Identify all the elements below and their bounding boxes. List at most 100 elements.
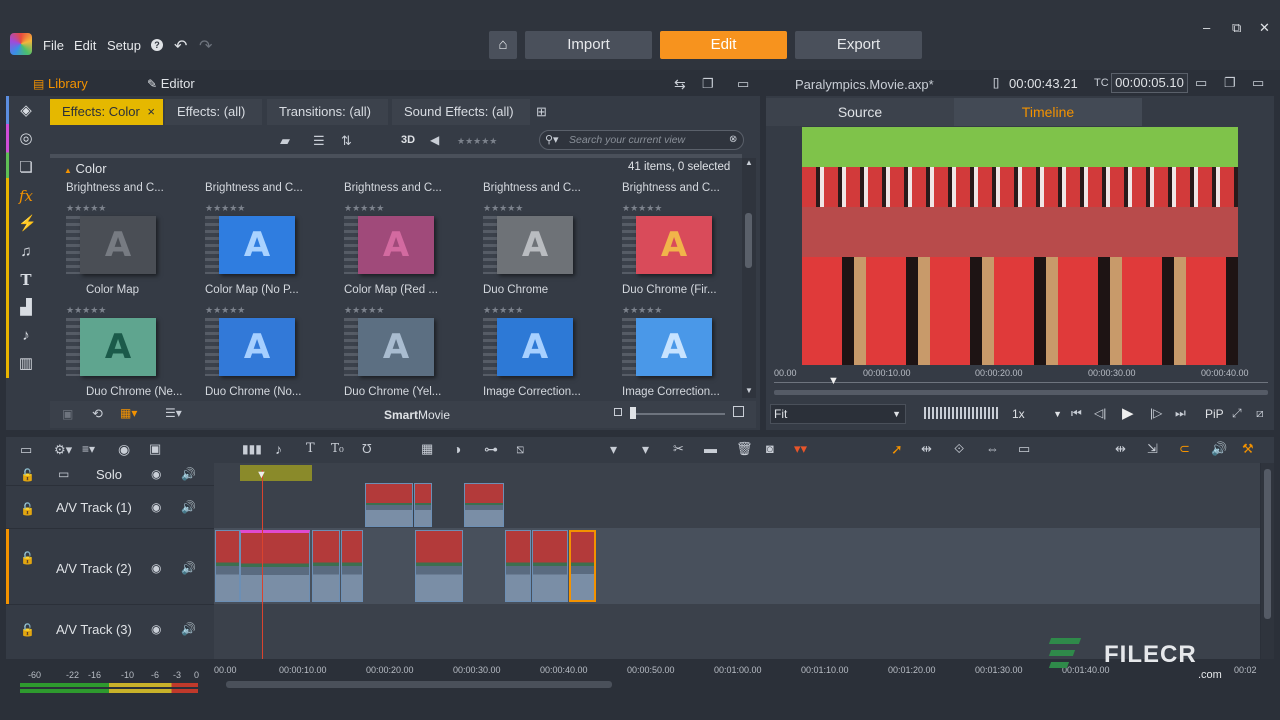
effect-thumbnail[interactable]: A	[80, 318, 156, 376]
timecode-field[interactable]: 00:00:05.10	[1111, 73, 1188, 93]
title-designer-icon[interactable]: T₀	[331, 441, 344, 455]
select-tool-icon[interactable]: ➚	[891, 441, 903, 458]
clip[interactable]	[415, 530, 463, 602]
tab-sound-effects-all[interactable]: Sound Effects: (all)	[392, 99, 530, 125]
play-icon[interactable]: ▶	[1122, 404, 1134, 422]
player-scrub-bar[interactable]	[774, 390, 1268, 395]
clip[interactable]	[312, 530, 340, 602]
effect-name[interactable]: Color Map (No P...	[205, 284, 299, 296]
effect-name[interactable]: Duo Chrome (Yel...	[344, 386, 441, 398]
zoom-select[interactable]: Fit ▼	[770, 404, 906, 424]
marker-icon[interactable]: ▾▾	[794, 441, 807, 457]
piano-icon[interactable]: ▥	[18, 356, 34, 372]
insert-mode-icon[interactable]: ⇲	[1147, 441, 1158, 457]
effect-name[interactable]: Brightness and C...	[344, 182, 442, 194]
effect-thumbnail[interactable]: A	[219, 216, 295, 274]
playhead-handle-icon[interactable]: ▼	[256, 469, 267, 481]
menu-edit[interactable]: Edit	[74, 38, 96, 53]
effect-thumbnail[interactable]: A	[358, 216, 434, 274]
title-editor-icon[interactable]: T	[306, 441, 315, 456]
help-icon[interactable]: ?	[151, 39, 163, 51]
track-name[interactable]: A/V Track (1)	[56, 500, 132, 515]
clip[interactable]	[505, 530, 531, 602]
settings-icon[interactable]: ⚙▾	[54, 442, 72, 458]
dynamic-length-icon[interactable]: ⇹	[1115, 441, 1126, 457]
scroll-thumb[interactable]	[745, 213, 752, 268]
expand-icon[interactable]: ⤢	[1232, 406, 1242, 421]
effect-rating[interactable]: ★★★★★	[344, 203, 384, 214]
swap-icon[interactable]: ⇆	[674, 76, 686, 93]
import-button[interactable]: Import	[525, 31, 652, 59]
fx-icon[interactable]: fx	[18, 188, 34, 204]
trash-icon[interactable]: 🗑	[736, 441, 753, 457]
effect-name[interactable]: Duo Chrome (Fir...	[622, 284, 717, 296]
effect-name[interactable]: Brightness and C...	[622, 182, 720, 194]
popout-player-icon[interactable]: ❐	[1224, 75, 1236, 91]
effect-name[interactable]: Image Correction...	[483, 386, 581, 398]
eye-icon[interactable]: ◉	[151, 500, 161, 514]
music-icon[interactable]: ♫	[18, 244, 34, 260]
tag-icon[interactable]: ◀	[430, 133, 439, 147]
sort-icon[interactable]: ⇅	[341, 133, 352, 149]
clip[interactable]	[240, 530, 310, 602]
track-name[interactable]: A/V Track (2)	[56, 561, 132, 576]
popout-icon[interactable]: ❐	[702, 76, 714, 92]
clip[interactable]	[215, 530, 240, 602]
timeline-vscroll[interactable]	[1261, 463, 1274, 659]
disc-menu-icon[interactable]: ◉	[118, 441, 130, 458]
tab-timeline[interactable]: Timeline	[954, 98, 1142, 126]
effect-rating[interactable]: ★★★★★	[483, 203, 523, 214]
multicam-icon[interactable]: ▦	[421, 441, 433, 457]
safe-area-icon[interactable]: ⧄	[1256, 406, 1264, 421]
refresh-icon[interactable]: ⟲	[92, 406, 103, 422]
track-name[interactable]: A/V Track (3)	[56, 622, 132, 637]
effect-rating[interactable]: ★★★★★	[66, 203, 106, 214]
folder-icon[interactable]: ▰	[280, 133, 290, 149]
rating-filter[interactable]: ★★★★★	[457, 136, 497, 147]
home-button[interactable]: ⌂	[489, 31, 517, 59]
slide-tool-icon[interactable]: ⟐	[954, 441, 964, 457]
voiceover-icon[interactable]: Ʊ	[362, 441, 372, 456]
fit-icon[interactable]: ▭	[1018, 441, 1030, 457]
lock-icon[interactable]: 🔓	[20, 502, 35, 516]
sound-fx-icon[interactable]: ♪	[18, 328, 34, 344]
ripple-icon[interactable]: ▬	[704, 441, 717, 456]
lock-icon[interactable]: 🔓	[20, 623, 35, 637]
speaker-icon[interactable]: 🔊	[181, 561, 196, 575]
track-name[interactable]: Solo	[96, 467, 122, 482]
smart-editing-icon[interactable]: ⚒	[1242, 441, 1254, 457]
transition-icon[interactable]: ⚡	[18, 216, 37, 232]
title-icon[interactable]: T	[18, 272, 34, 288]
thumb-size-handle[interactable]	[630, 407, 636, 419]
redo-icon[interactable]: ↷	[199, 36, 212, 56]
razor-icon[interactable]: ✂	[673, 441, 684, 457]
go-to-end-icon[interactable]: ⏭	[1175, 406, 1186, 421]
effect-thumbnail[interactable]: A	[497, 318, 573, 376]
effect-rating[interactable]: ★★★★★	[483, 305, 523, 316]
clip[interactable]	[414, 483, 432, 527]
scroll-down-icon[interactable]: ▼	[745, 386, 753, 395]
timeline-hscroll[interactable]	[226, 681, 612, 688]
menu-setup[interactable]: Setup	[107, 38, 141, 53]
storyboard-icon[interactable]: ▭	[20, 442, 32, 458]
effect-name[interactable]: Color Map	[86, 284, 139, 296]
eye-icon[interactable]: ◉	[151, 467, 161, 481]
effect-rating[interactable]: ★★★★★	[622, 203, 662, 214]
clip[interactable]	[341, 530, 363, 602]
speaker-icon[interactable]: 🔊	[181, 500, 196, 514]
effect-rating[interactable]: ★★★★★	[205, 305, 245, 316]
clip[interactable]	[365, 483, 413, 527]
minimize-button[interactable]: –	[1203, 20, 1210, 35]
fullscreen-icon[interactable]: ▭	[1195, 75, 1207, 91]
speaker-icon[interactable]: 🔊	[181, 467, 196, 481]
photos-icon[interactable]: ❏	[18, 160, 34, 176]
snapshot-icon[interactable]: ▣	[149, 441, 161, 457]
trim-tool-icon[interactable]: ⇹	[921, 441, 932, 457]
camera-icon[interactable]: ◙	[766, 441, 774, 456]
collapse-icon[interactable]: ▲	[64, 166, 72, 175]
list-view-icon[interactable]: ☰	[313, 133, 325, 149]
tab-source[interactable]: Source	[766, 98, 954, 126]
add-tab-icon[interactable]: ⊞	[536, 104, 547, 120]
marker-out-icon[interactable]: ▾	[642, 441, 649, 458]
effect-rating[interactable]: ★★★★★	[622, 305, 662, 316]
